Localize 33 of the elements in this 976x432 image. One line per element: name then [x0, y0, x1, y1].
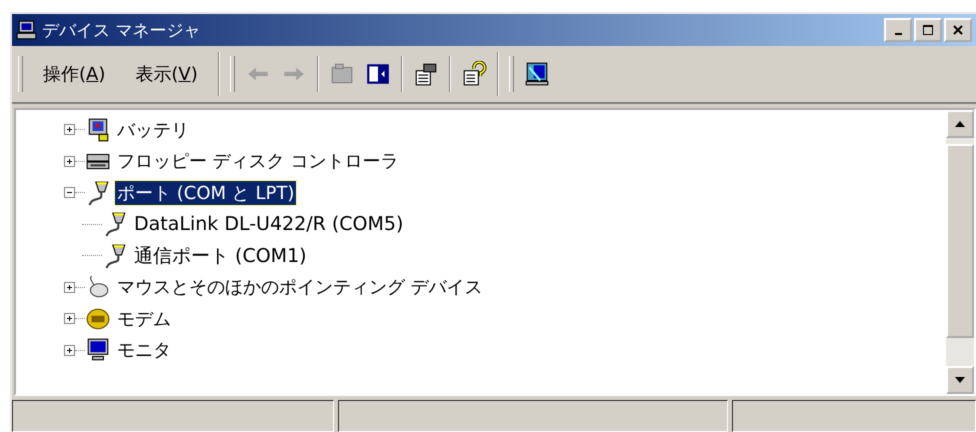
down-arrow-icon [955, 377, 965, 383]
expander-icon[interactable] [64, 156, 75, 167]
monitor-icon[interactable] [524, 61, 550, 87]
maximize-icon [922, 24, 934, 36]
tree-item[interactable]: モニタ [115, 338, 173, 362]
properties-icon[interactable] [412, 61, 439, 87]
minimize-icon [894, 33, 902, 35]
menu-item[interactable]: 表示(V) [125, 62, 208, 86]
scrollbar-thumb[interactable] [946, 144, 974, 338]
tree-item[interactable]: フロッピー ディスク コントローラ [115, 149, 400, 174]
tree-item[interactable]: モデム [115, 306, 173, 331]
monitor-icon [85, 337, 111, 364]
expander-icon[interactable] [64, 344, 75, 356]
expander-icon[interactable] [64, 313, 75, 324]
close-icon [952, 24, 964, 36]
tree-item[interactable]: 通信ポート (COM1) [132, 242, 309, 269]
scroll-up-button[interactable] [946, 110, 974, 138]
tree-item[interactable]: マウスとそのほかのポインティング デバイス [115, 275, 485, 300]
scroll-down-button[interactable] [946, 366, 974, 394]
tree-item[interactable]: DataLink DL-U422/R (COM5) [132, 213, 406, 236]
tree-item[interactable]: バッテリ [115, 118, 191, 142]
expander-icon[interactable] [64, 282, 75, 293]
tree-item[interactable]: ポート (COM と LPT) [115, 180, 296, 205]
maximize-button[interactable] [914, 18, 942, 42]
up-arrow-icon [955, 121, 965, 127]
minimize-button[interactable] [884, 18, 912, 42]
expander-icon[interactable] [64, 124, 75, 136]
help-icon[interactable] [460, 61, 487, 87]
menu-item[interactable]: 操作(A) [33, 62, 116, 86]
expander-icon[interactable] [64, 187, 75, 198]
computer-icon [16, 19, 38, 41]
close-button[interactable] [944, 18, 972, 42]
window-title: デバイス マネージャ [42, 20, 200, 42]
